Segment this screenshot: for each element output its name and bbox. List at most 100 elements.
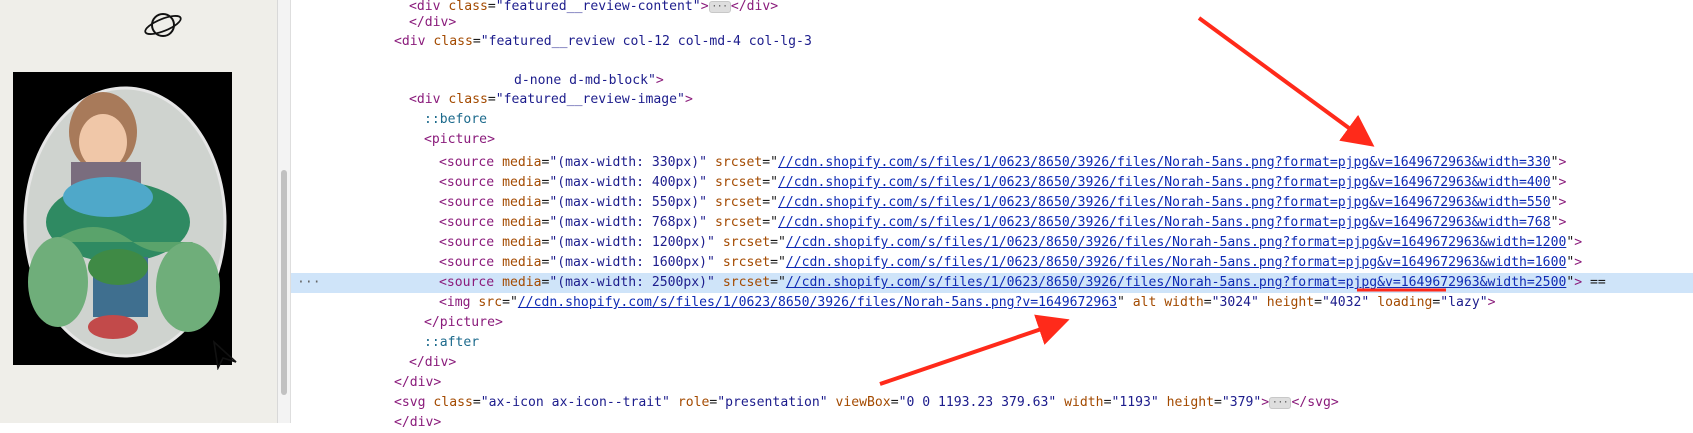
code-token: "(max-width: 550px)" [549, 195, 708, 210]
code-token: loading [1369, 295, 1433, 310]
code-token: ::after [424, 335, 480, 350]
dom-node-line[interactable]: </picture> [291, 313, 1693, 333]
code-token: <div [409, 0, 449, 14]
code-token: " [1116, 295, 1125, 310]
code-token: <picture> [424, 132, 495, 147]
dom-node-line[interactable]: <source media="(max-width: 400px)" srcse… [291, 173, 1693, 193]
dom-node-line[interactable]: </div> [291, 373, 1693, 393]
code-token: srcset [707, 175, 763, 190]
code-token: media [502, 235, 542, 250]
code-token: "4032" [1322, 295, 1370, 310]
code-token: <source [439, 175, 503, 190]
collapsed-content-badge[interactable]: ··· [708, 0, 731, 13]
code-token: <source [439, 215, 503, 230]
dom-node-line[interactable]: <source media="(max-width: 1600px)" srcs… [291, 253, 1693, 273]
code-token: = [472, 34, 481, 49]
dom-node-line[interactable]: <svg class="ax-icon ax-icon--trait" role… [291, 393, 1693, 413]
code-token: srcset [707, 155, 763, 170]
code-token: =" [770, 255, 786, 270]
code-token: > [1558, 195, 1567, 210]
code-token: > [1558, 215, 1567, 230]
code-token: "379" [1221, 395, 1262, 410]
code-token: = [890, 395, 899, 410]
code-token: = [1213, 395, 1222, 410]
code-token: media [502, 155, 542, 170]
collapsed-content-badge[interactable]: ··· [1269, 396, 1292, 409]
selected-node-ref: == [1582, 275, 1606, 290]
srcset-link[interactable]: //cdn.shopify.com/s/files/1/0623/8650/39… [778, 195, 1551, 210]
dom-node-line[interactable]: d-none d-md-block"> [291, 71, 1693, 91]
code-token: </svg> [1291, 395, 1339, 410]
elements-tree: <div class="featured__review-content"> ··… [291, 0, 1693, 430]
dom-node-line[interactable]: <source media="(max-width: 1200px)" srcs… [291, 233, 1693, 253]
code-token: > [1558, 155, 1567, 170]
code-token: <source [439, 155, 503, 170]
code-token: "(max-width: 400px)" [549, 175, 708, 190]
code-token: "featured__review col-12 col-md-4 col-lg… [480, 34, 812, 49]
srcset-link[interactable]: //cdn.shopify.com/s/files/1/0623/8650/39… [786, 255, 1566, 270]
code-token: > [1574, 235, 1583, 250]
code-token: "(max-width: 1600px)" [549, 255, 715, 270]
node-actions-marker[interactable]: ··· [297, 273, 321, 293]
code-token: <source [439, 275, 503, 290]
page-preview-pane [0, 0, 277, 423]
code-token: height [1258, 295, 1315, 310]
dom-node-line[interactable]: </div> [291, 353, 1693, 373]
code-token: "(max-width: 330px)" [549, 155, 708, 170]
code-token: class [448, 92, 488, 107]
srcset-link[interactable]: //cdn.shopify.com/s/files/1/0623/8650/39… [778, 175, 1551, 190]
code-token: d-none d-md-block" [514, 73, 656, 88]
srcset-link[interactable]: //cdn.shopify.com/s/files/1/0623/8650/39… [518, 295, 1117, 310]
code-token: class [433, 34, 473, 49]
code-token: "lazy" [1440, 295, 1488, 310]
scrollbar-thumb[interactable] [281, 170, 287, 395]
dom-node-line[interactable]: <picture> [291, 130, 1693, 150]
srcset-link[interactable]: //cdn.shopify.com/s/files/1/0623/8650/39… [778, 155, 1551, 170]
pane-scrollbar[interactable] [277, 0, 291, 423]
dom-node-line[interactable]: <source media="(max-width: 550px)" srcse… [291, 193, 1693, 213]
code-token: <div [409, 92, 449, 107]
code-token: = [1203, 295, 1212, 310]
dom-node-line[interactable]: <div class="featured__review-image"> [291, 90, 1693, 110]
code-token: =" [770, 275, 786, 290]
dom-node-line[interactable]: </div> [291, 13, 1693, 33]
code-token: class [433, 395, 473, 410]
code-token: </div> [730, 0, 779, 14]
code-token: =" [770, 235, 786, 250]
code-token: "featured__review-image" [495, 92, 685, 107]
code-token: = [487, 0, 496, 14]
code-token: "(max-width: 1200px)" [549, 235, 715, 250]
srcset-link[interactable]: //cdn.shopify.com/s/files/1/0623/8650/39… [786, 275, 1566, 290]
code-token: ::before [424, 112, 488, 127]
dom-node-line[interactable] [291, 51, 1693, 71]
code-token: srcset [707, 215, 763, 230]
dom-node-line[interactable]: <img src="//cdn.shopify.com/s/files/1/06… [291, 293, 1693, 313]
code-token: viewBox [827, 395, 891, 410]
code-token: role [669, 395, 710, 410]
dom-node-line[interactable]: ::before [291, 110, 1693, 130]
srcset-link[interactable]: //cdn.shopify.com/s/files/1/0623/8650/39… [786, 235, 1566, 250]
dom-node-line[interactable]: <source media="(max-width: 768px)" srcse… [291, 213, 1693, 233]
code-token: "ax-icon ax-icon--trait" [480, 395, 670, 410]
code-token: srcset [714, 255, 771, 270]
code-token: = [1314, 295, 1322, 310]
dom-node-line[interactable]: <div class="featured__review col-12 col-… [291, 32, 1693, 52]
dom-node-line[interactable]: ::after [291, 333, 1693, 353]
code-token: srcset [714, 235, 771, 250]
code-token: </div> [409, 355, 457, 370]
selected-dom-node[interactable]: ··· <source media="(max-width: 2500px)" s… [291, 273, 1693, 293]
code-token: > [1261, 395, 1270, 410]
planet-icon [144, 13, 182, 37]
code-token: = [472, 395, 481, 410]
dom-node-line[interactable]: </div> [291, 413, 1693, 433]
code-token: <svg [394, 395, 434, 410]
code-token: > [1487, 295, 1496, 310]
srcset-link[interactable]: //cdn.shopify.com/s/files/1/0623/8650/39… [778, 215, 1551, 230]
code-token: "presentation" [717, 395, 828, 410]
code-token: "(max-width: 2500px)" [549, 275, 715, 290]
code-token: > [700, 0, 709, 14]
code-token: = [487, 92, 496, 107]
code-token: </div> [394, 375, 442, 390]
dom-node-line[interactable]: <source media="(max-width: 330px)" srcse… [291, 153, 1693, 173]
code-token: alt width [1124, 295, 1204, 310]
